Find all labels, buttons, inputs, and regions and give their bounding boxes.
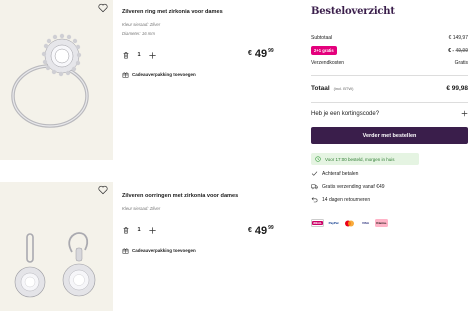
subtotal-row: Subtotaal € 149,97 — [311, 35, 468, 41]
subtotal-label: Subtotaal — [311, 35, 333, 41]
subtotal-value: € 149,97 — [448, 35, 468, 41]
total-row: Totaal (incl. BTW) € 99,98 — [311, 85, 468, 92]
shipping-value: Gratis — [454, 60, 468, 66]
price-decimals: 99 — [268, 225, 274, 231]
shipping-label: Verzendkosten — [311, 60, 345, 66]
gift-icon — [122, 248, 129, 254]
quantity-value[interactable]: 1 — [130, 52, 148, 58]
payment-logo-klarna: Klarna. — [375, 219, 388, 227]
currency-symbol: € — [248, 227, 252, 234]
quantity-value[interactable]: 1 — [130, 227, 148, 233]
total-value: € 99,98 — [446, 85, 468, 92]
gift-wrap-label: Cadeauverpakking toevoegen — [132, 248, 196, 253]
gift-icon — [122, 72, 129, 78]
heart-icon[interactable] — [98, 185, 108, 195]
checkmark-icon — [311, 171, 318, 176]
usp-item: 14 dagen retourneren — [311, 196, 370, 203]
product-color: Kleur sieraad: Zilver — [122, 22, 161, 27]
total-incl-vat: (incl. BTW) — [333, 86, 354, 91]
cart-item: Zilveren oorringen met zirkonia voor dam… — [0, 182, 283, 311]
truck-icon — [311, 184, 318, 190]
divider — [311, 75, 468, 76]
plus-icon[interactable] — [148, 51, 157, 60]
usp-item: Achteraf betalen — [311, 170, 358, 177]
delivery-notice-text: Voor 17:00 besteld, morgen in huis — [325, 156, 395, 162]
promo-badge: 2+1 gratis — [311, 46, 337, 55]
promo-amount: 49,99 — [455, 47, 468, 54]
total-label-group: Totaal (incl. BTW) — [311, 85, 353, 92]
clock-icon — [315, 156, 321, 162]
cart-item: Zilveren ring met zirkonia voor dames Kl… — [0, 0, 283, 160]
plus-icon — [461, 110, 468, 117]
usp-item: Gratis verzending vanaf €49 — [311, 183, 385, 190]
product-image[interactable] — [0, 182, 113, 311]
product-price: €4999 — [248, 45, 274, 61]
trash-icon[interactable] — [122, 226, 130, 234]
shipping-row: Verzendkosten Gratis — [311, 60, 468, 66]
payment-logo-mastercard — [343, 219, 356, 227]
add-gift-wrap-button[interactable]: Cadeauverpakking toevoegen — [122, 247, 196, 254]
return-arrow-icon — [311, 197, 318, 203]
price-integer: 49 — [254, 225, 268, 237]
product-image[interactable] — [0, 0, 113, 160]
usp-text: Achteraf betalen — [322, 170, 359, 177]
product-title[interactable]: Zilveren ring met zirkonia voor dames — [122, 9, 223, 15]
product-price: €4999 — [248, 222, 274, 238]
earrings-image — [14, 232, 96, 298]
plus-icon[interactable] — [148, 226, 157, 235]
price-integer: 49 — [254, 48, 268, 60]
heart-icon[interactable] — [98, 3, 108, 13]
promo-row: 2+1 gratis € - 49,99 — [311, 46, 468, 55]
ring-image — [11, 33, 89, 128]
payment-logo-ideal: iDEAL — [311, 219, 324, 227]
delivery-notice: Voor 17:00 besteld, morgen in huis — [311, 153, 419, 165]
quantity-stepper: 1 — [122, 49, 169, 61]
usp-text: Gratis verzending vanaf €49 — [322, 183, 385, 190]
promo-value: € - 49,99 — [448, 48, 468, 54]
payment-logo-paypal: PayPal — [327, 219, 340, 227]
gift-wrap-label: Cadeauverpakking toevoegen — [132, 72, 196, 77]
discount-code-label: Heb je een kortingscode? — [311, 110, 380, 117]
checkout-button[interactable]: Verder met bestellen — [311, 127, 468, 144]
promo-prefix: € - — [448, 47, 455, 54]
product-diameter: Diameter: 16 mm — [122, 31, 155, 36]
add-gift-wrap-button[interactable]: Cadeauverpakking toevoegen — [122, 71, 196, 78]
currency-symbol: € — [248, 50, 252, 57]
quantity-stepper: 1 — [122, 224, 169, 236]
payment-logo-visa: VISA — [359, 219, 372, 227]
trash-icon[interactable] — [122, 51, 130, 59]
divider — [311, 102, 468, 103]
price-decimals: 99 — [268, 48, 274, 54]
total-label: Totaal — [311, 85, 330, 92]
product-color: Kleur sieraad: Zilver — [122, 206, 161, 211]
summary-title: Besteloverzicht — [311, 6, 395, 17]
product-title[interactable]: Zilveren oorringen met zirkonia voor dam… — [122, 193, 238, 199]
usp-text: 14 dagen retourneren — [322, 196, 371, 203]
discount-code-toggle[interactable]: Heb je een kortingscode? — [311, 110, 468, 117]
payment-methods: iDEAL PayPal VISA Klarna. — [311, 219, 391, 227]
